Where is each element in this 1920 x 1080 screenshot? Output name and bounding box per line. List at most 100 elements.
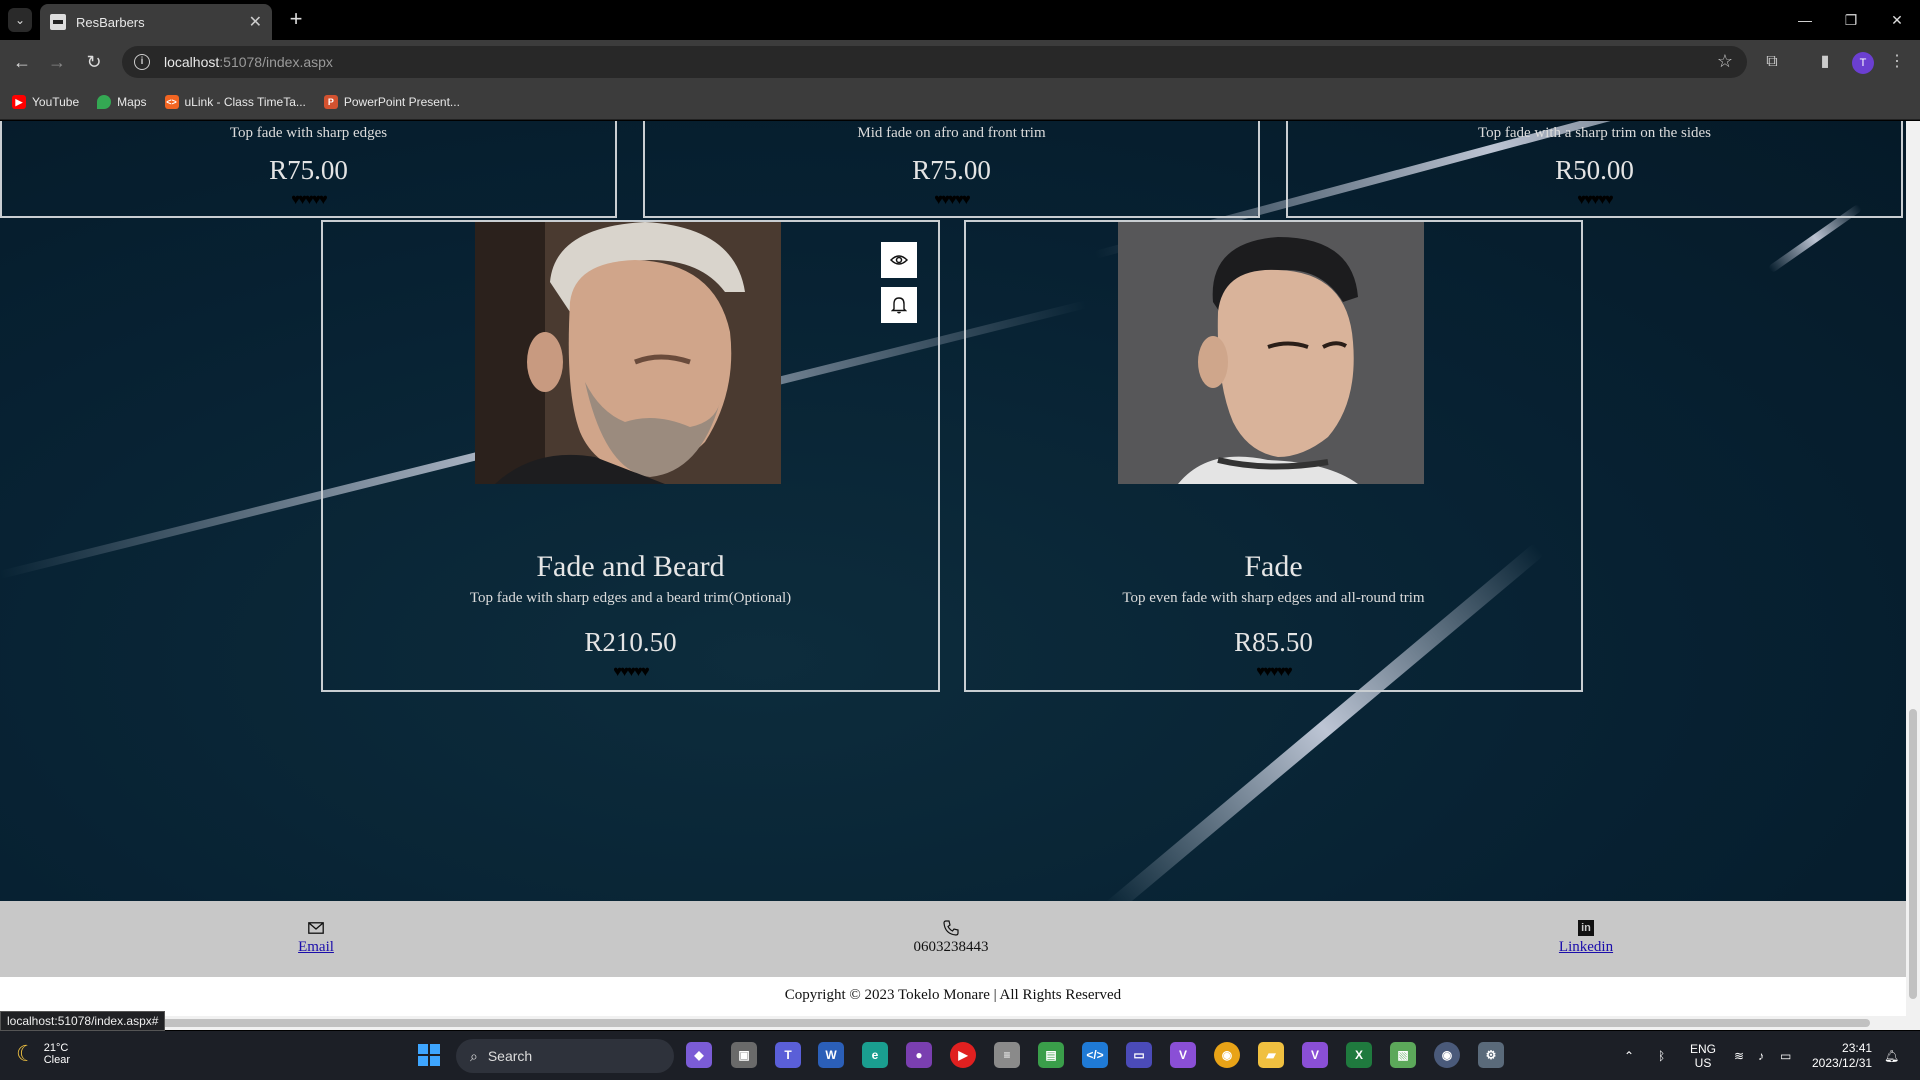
search-label: Search — [487, 1048, 533, 1064]
young-man-photo — [1118, 222, 1424, 484]
contact-footer: Email 0603238443 in Linkedin — [0, 901, 1906, 977]
github-desktop-icon[interactable]: ● — [906, 1042, 932, 1068]
address-bar[interactable]: i localhost:51078/index.aspx ☆ — [122, 46, 1747, 78]
clock-time: 23:41 — [1842, 1040, 1873, 1055]
menu-kebab-icon[interactable]: ⋮ — [1886, 51, 1908, 73]
service-card-fade: Fade Top even fade with sharp edges and … — [964, 220, 1583, 692]
copyright-text: Copyright © 2023 Tokelo Monare | All Rig… — [0, 977, 1906, 1016]
link-status-url: localhost:51078/index.aspx# — [0, 1011, 166, 1031]
extensions-icon[interactable]: ⧉ — [1761, 51, 1783, 73]
view-button[interactable] — [881, 242, 917, 278]
clock[interactable]: 23:41 2023/12/31 — [1812, 1031, 1872, 1080]
tab-title: ResBarbers — [76, 14, 145, 30]
volume-icon[interactable]: ♪ — [1758, 1031, 1764, 1080]
email-contact: Email — [266, 917, 366, 956]
side-panel-icon[interactable]: ▮ — [1814, 51, 1836, 73]
chrome-icon[interactable]: ◉ — [1214, 1042, 1240, 1068]
notify-button[interactable] — [881, 287, 917, 323]
clock-date: 2023/12/31 — [1812, 1055, 1873, 1070]
weather-widget[interactable]: ☾ 21°C Clear — [16, 1041, 70, 1067]
wifi-icon[interactable]: ≋ — [1734, 1031, 1744, 1080]
media-player-icon[interactable]: ▶ — [950, 1042, 976, 1068]
task-view-icon[interactable]: ▣ — [731, 1042, 757, 1068]
excel-icon[interactable]: X — [1346, 1042, 1372, 1068]
phone-number: 0603238443 — [913, 939, 989, 955]
service-card: Top fade with sharp edges R75.00 ♥♥♥♥♥ — [0, 121, 617, 218]
terminal-icon[interactable]: ▭ — [1126, 1042, 1152, 1068]
tab-search-chevron-icon[interactable]: ⌄ — [8, 8, 32, 32]
sticky-app-icon[interactable]: ▤ — [1038, 1042, 1064, 1068]
service-name: Fade and Beard — [536, 550, 725, 583]
ulink-icon: <> — [164, 94, 179, 109]
bookmark-ulink[interactable]: <> uLink - Class TimeTa... — [164, 94, 306, 109]
linkedin-link[interactable]: Linkedin — [1559, 939, 1613, 955]
bookmark-label: YouTube — [32, 94, 80, 109]
word-icon[interactable]: W — [818, 1042, 844, 1068]
weather-condition: Clear — [43, 1054, 71, 1066]
service-description: Top even fade with sharp edges and all-r… — [1122, 590, 1425, 606]
database-icon[interactable]: ≡ — [994, 1042, 1020, 1068]
notification-bell-icon[interactable]: 🔔︎ — [1884, 1031, 1899, 1080]
bookmark-powerpoint[interactable]: P PowerPoint Present... — [323, 94, 460, 109]
rating-hearts: ♥♥♥♥♥ — [1577, 191, 1614, 208]
service-price: R50.00 — [1555, 155, 1634, 185]
visual-studio-2-icon[interactable]: V — [1302, 1042, 1328, 1068]
settings-gear-icon[interactable]: ⚙ — [1478, 1042, 1504, 1068]
tray-chevron-up-icon[interactable]: ⌃ — [1624, 1031, 1634, 1080]
bookmark-label: PowerPoint Present... — [343, 94, 460, 109]
horizontal-scroll-thumb[interactable] — [160, 1019, 1870, 1027]
forward-arrow-icon[interactable]: → — [45, 50, 69, 74]
new-tab-button[interactable]: + — [284, 8, 308, 32]
back-arrow-icon[interactable]: ← — [10, 50, 34, 74]
taskbar-search[interactable]: ⌕ Search — [456, 1039, 674, 1073]
minimize-icon[interactable]: — — [1782, 0, 1828, 40]
window-close-icon[interactable]: ✕ — [1874, 0, 1920, 40]
phone-contact: 0603238443 — [881, 917, 1021, 956]
profile-avatar[interactable]: T — [1852, 52, 1874, 74]
notepad-icon[interactable]: ▧ — [1390, 1042, 1416, 1068]
tab-resbarbers[interactable]: ResBarbers ✕ — [40, 4, 272, 40]
rating-hearts: ♥♥♥♥♥ — [934, 191, 971, 208]
vertical-scroll-thumb[interactable] — [1909, 709, 1917, 999]
weather-temperature: 21°C — [43, 1042, 69, 1054]
powerpoint-icon: P — [323, 94, 338, 109]
service-price: R210.50 — [584, 627, 677, 657]
file-explorer-icon[interactable]: ▰ — [1258, 1042, 1284, 1068]
url-host: localhost — [164, 54, 220, 70]
teams-icon[interactable]: T — [775, 1042, 801, 1068]
chrome-profile-icon[interactable]: ◉ — [1434, 1042, 1460, 1068]
bluetooth-icon[interactable]: ᛒ — [1658, 1031, 1665, 1080]
site-info-icon[interactable]: i — [134, 54, 150, 70]
vertical-scrollbar[interactable] — [1906, 121, 1920, 1016]
bookmark-star-icon[interactable]: ☆ — [1717, 51, 1733, 72]
rating-hearts: ♥♥♥♥♥ — [1256, 663, 1293, 680]
bearded-man-photo — [475, 222, 781, 484]
linkedin-icon: in — [1578, 920, 1594, 936]
language-indicator[interactable]: ENG US — [1690, 1031, 1716, 1080]
email-link[interactable]: Email — [298, 939, 334, 955]
url-path: :51078/index.aspx — [219, 54, 333, 70]
service-price: R75.00 — [269, 155, 348, 185]
tab-close-icon[interactable]: ✕ — [249, 12, 262, 32]
service-name: Fade — [1244, 550, 1303, 583]
restore-icon[interactable]: ❐ — [1828, 0, 1874, 40]
windows-start-icon[interactable] — [416, 1042, 442, 1068]
vscode-icon[interactable]: </> — [1082, 1042, 1108, 1068]
service-description: Top fade with a sharp trim on the sides — [1477, 125, 1712, 141]
moon-icon: ☾ — [16, 1041, 36, 1066]
edge-icon[interactable]: e — [862, 1042, 888, 1068]
bookmark-maps[interactable]: Maps — [97, 94, 147, 109]
bookmark-label: uLink - Class TimeTa... — [184, 94, 306, 109]
reload-icon[interactable]: ↻ — [82, 50, 106, 74]
phone-icon — [943, 920, 959, 936]
eye-icon — [890, 255, 908, 265]
service-price: R75.00 — [912, 155, 991, 185]
copilot-icon[interactable]: ◆ — [686, 1042, 712, 1068]
battery-icon[interactable]: ▭ — [1780, 1031, 1791, 1080]
service-description: Top fade with sharp edges — [229, 125, 388, 141]
visual-studio-icon[interactable]: V — [1170, 1042, 1196, 1068]
service-description: Top fade with sharp edges and a beard tr… — [469, 590, 792, 606]
horizontal-scrollbar[interactable] — [0, 1016, 1920, 1030]
bookmark-youtube[interactable]: ▶ YouTube — [12, 94, 80, 109]
region-code: US — [1694, 1055, 1712, 1070]
